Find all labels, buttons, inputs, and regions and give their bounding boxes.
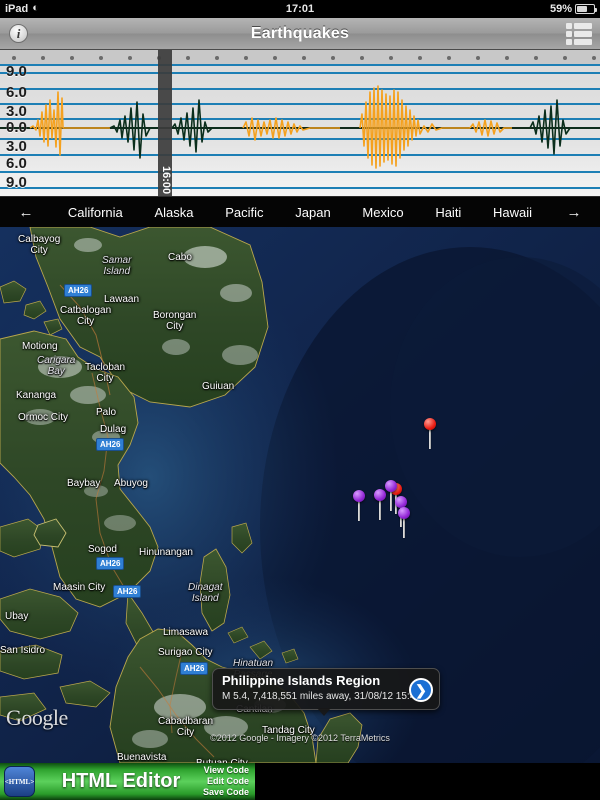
ad-link-save-code[interactable]: Save Code xyxy=(203,787,249,798)
chevron-right-icon[interactable]: ❯ xyxy=(409,678,433,702)
battery-percent-label: 59% xyxy=(549,3,572,15)
region-tab-california[interactable]: California xyxy=(64,203,127,222)
region-tabs: California Alaska Pacific Japan Mexico Haiti H… xyxy=(52,203,548,222)
region-tab-pacific[interactable]: Pacific xyxy=(221,203,267,222)
status-bar-right: 59% xyxy=(549,3,597,15)
map-pin-needle xyxy=(358,499,360,521)
callout-tail xyxy=(317,708,331,716)
callout-title: Philippine Islands Region xyxy=(222,673,381,688)
ad-bar: <HTML> HTML Editor View Code Edit Code Sav… xyxy=(0,763,600,800)
seismograph-time-marker[interactable]: 16:00 xyxy=(158,50,172,196)
map-road-shield: AH26 xyxy=(64,284,93,297)
map-pin-red[interactable] xyxy=(424,418,436,449)
ad-link-edit-code[interactable]: Edit Code xyxy=(203,776,249,787)
seismograph-time-label: 16:00 xyxy=(160,165,172,194)
map-view[interactable]: Calbayog City Samar Island Lawaan Catbalogan C… xyxy=(0,227,600,763)
seismograph-ylabel: 3.0 xyxy=(6,138,27,155)
region-tab-alaska[interactable]: Alaska xyxy=(151,203,198,222)
seismograph-ylabel: 3.0 xyxy=(6,103,27,120)
map-pin-needle xyxy=(403,516,405,538)
map-pin-purple[interactable] xyxy=(398,507,410,538)
html-editor-icon-label: <HTML> xyxy=(4,777,35,786)
tab-prev-arrow[interactable]: ← xyxy=(0,204,52,221)
callout-subtitle: M 5.4, 7,418,551 miles away, 31/08/12 15… xyxy=(222,691,421,702)
ipad-screen: iPad ◐ 17:01 59% i Earthquakes 9.0 6.0 3… xyxy=(0,0,600,800)
ad-links[interactable]: View Code Edit Code Save Code xyxy=(203,765,249,798)
seismograph-waveform xyxy=(29,85,598,169)
map-road-shield: AH26 xyxy=(180,662,209,675)
map-road-shield: AH26 xyxy=(96,438,125,451)
region-tab-japan[interactable]: Japan xyxy=(291,203,334,222)
page-title: Earthquakes xyxy=(250,24,350,42)
map-road-shield: AH26 xyxy=(96,557,125,570)
seismograph-panel[interactable]: 9.0 6.0 3.0 0.0 3.0 6.0 9.0 16:00 xyxy=(0,50,600,196)
map-pin-needle xyxy=(390,489,392,511)
chevron-right-glyph: ❯ xyxy=(415,682,427,698)
html-editor-icon: <HTML> xyxy=(4,766,35,797)
map-attribution: ©2012 Google - Imagery ©2012 TerraMetric… xyxy=(210,733,390,743)
ad-title: HTML Editor xyxy=(61,770,181,792)
seismograph-ylabel: 6.0 xyxy=(6,155,27,172)
seismograph-ylabel: 9.0 xyxy=(6,174,27,191)
battery-icon xyxy=(575,4,597,14)
tab-next-arrow[interactable]: → xyxy=(548,204,600,221)
seismograph-ylabel: 0.0 xyxy=(6,119,27,136)
map-pin-needle xyxy=(379,498,381,520)
list-view-icon[interactable] xyxy=(566,23,592,45)
region-tab-strip: ← California Alaska Pacific Japan Mexico Hait… xyxy=(0,196,600,227)
earthquake-callout[interactable]: Philippine Islands Region M 5.4, 7,418,5… xyxy=(212,668,440,716)
map-pin-head xyxy=(353,490,365,502)
navigation-bar: i Earthquakes xyxy=(0,18,600,50)
region-tab-haiti[interactable]: Haiti xyxy=(431,203,465,222)
ad-link-view-code[interactable]: View Code xyxy=(203,765,249,776)
html-editor-ad-banner[interactable]: <HTML> HTML Editor View Code Edit Code Sav… xyxy=(0,763,256,800)
map-pin-head xyxy=(424,418,436,430)
region-tab-mexico[interactable]: Mexico xyxy=(358,203,407,222)
google-logo: Google xyxy=(6,705,68,730)
status-bar-clock: 17:01 xyxy=(285,3,315,15)
map-pin-needle xyxy=(429,427,431,449)
seismograph-ylabel: 9.0 xyxy=(6,63,27,80)
region-tab-hawaii[interactable]: Hawaii xyxy=(489,203,536,222)
map-pin-head xyxy=(398,507,410,519)
map-road-shield: AH26 xyxy=(113,585,142,598)
map-pin-head xyxy=(385,480,397,492)
status-bar: iPad ◐ 17:01 59% xyxy=(0,0,600,18)
seismograph-ylabel: 6.0 xyxy=(6,84,27,101)
map-pin-purple[interactable] xyxy=(353,490,365,521)
